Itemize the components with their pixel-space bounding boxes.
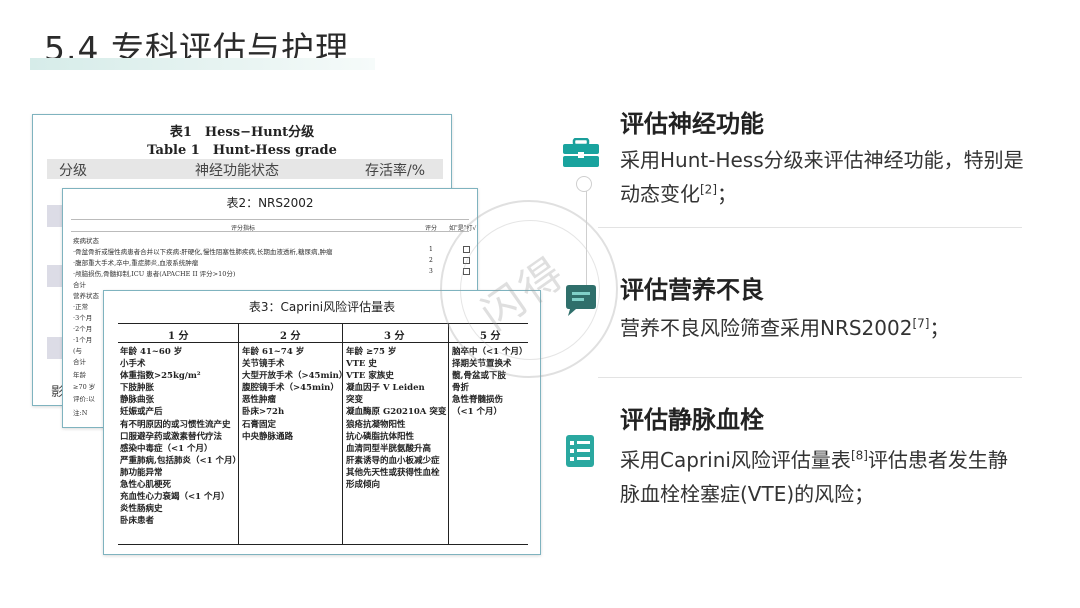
table2-side-text: 评价:以 <box>73 395 95 403</box>
section-text-nutrition-body: 营养不良风险筛查采用NRS2002 <box>620 316 913 340</box>
section-divider <box>598 377 1022 378</box>
table3-cell: 严重肺病,包括肺炎（<1 个月） <box>120 455 241 466</box>
table3-cell: 卧床>72h <box>242 407 285 418</box>
table2-side-text: 注:N <box>73 409 88 417</box>
table3-header-2: 2 分 <box>280 331 301 342</box>
table2-row: ·2个月 <box>73 325 93 333</box>
table3-cell: 年龄 61~74 岁 <box>242 347 305 357</box>
table2-side-text: 年龄 <box>73 371 86 379</box>
table2-score: 1 <box>429 246 433 253</box>
title-underline <box>30 58 375 70</box>
list-icon <box>566 435 594 467</box>
table3-cell: VTE 史 <box>346 359 377 370</box>
table2-row: ·腹部重大手术,卒中,重症肺炎,血液系统肿瘤 <box>73 259 199 267</box>
table3-column-1: 年龄 41~60 岁小手术 体重指数>25kg/m² 下肢肿胀 静脉曲张 妊娠或产后 有不… <box>120 346 241 527</box>
table3-cell: 腹腔镜手术（>45min） <box>242 383 339 394</box>
table3-cell: 凝血因子 V Leiden <box>346 383 425 394</box>
section-text-nutrition-tail: ； <box>929 316 950 340</box>
table3-cell: 中央静脉通路 <box>242 431 294 442</box>
table3-cell: 体重指数>25kg/m² <box>120 371 201 382</box>
table2-row: ·3个月 <box>73 314 93 322</box>
table3-cell: 充血性心力衰竭（<1 个月） <box>120 492 230 503</box>
section-text-neuro-body: 采用Hunt-Hess分级来评估神经功能，特别是动态变化 <box>620 148 1024 206</box>
table3-cell: 突变 <box>346 395 364 406</box>
section-text-vte: 采用Caprini风险评估量表[8]评估患者发生静脉血栓栓塞症(VTE)的风险； <box>620 443 1025 511</box>
table3-column-2: 年龄 61~74 岁关节镜手术 大型开放手术（>45min） 腹腔镜手术（>45mi… <box>242 346 347 443</box>
table3-cell: 小手术 <box>120 359 146 370</box>
reference-mark: [8] <box>850 448 868 463</box>
table3-cell: 形成倾向 <box>346 480 381 491</box>
table3-cell: 肝素诱导的血小板减少症 <box>346 455 440 466</box>
section-title-neuro: 评估神经功能 <box>620 110 764 138</box>
table1-header-survival: 存活率/% <box>365 163 426 179</box>
table3-cell: 凝血酶原 G20210A 突变 <box>346 407 447 418</box>
table1-subtitle: Table 1 Hunt-Hess grade <box>147 143 337 158</box>
table2-row: 疾病状态 <box>73 237 99 245</box>
table3-cell: 静脉曲张 <box>120 395 155 406</box>
table3-cell: 血清同型半胱氨酸升高 <box>346 443 432 454</box>
table3-cell: 急性脊髓损伤 <box>452 395 504 406</box>
table2-row: ·1个月 <box>73 336 93 344</box>
section-divider <box>598 227 1022 228</box>
table3-cell: 卧床患者 <box>120 516 155 527</box>
reference-mark: [2] <box>700 182 717 197</box>
table3-cell: 妊娠或产后 <box>120 407 163 418</box>
section-text-neuro: 采用Hunt-Hess分级来评估神经功能，特别是动态变化[2]； <box>620 143 1025 211</box>
table2-row: 营养状态 <box>73 292 99 300</box>
table2-score: 2 <box>429 257 433 264</box>
section-text-neuro-tail: ； <box>717 182 737 206</box>
table3-cell: 急性心肌梗死 <box>120 480 172 491</box>
briefcase-icon <box>563 138 599 167</box>
table3-cell: 狼疮抗凝物阳性 <box>346 419 406 430</box>
table3-cell: 口服避孕药或激素替代疗法 <box>120 431 223 442</box>
table2-row: ·颅脑损伤,骨髓抑制,ICU 患者(APACHE II 评分>10分) <box>73 270 236 278</box>
table3-cell: 年龄 ≥75 岁 <box>346 347 397 357</box>
table3-cell: 大型开放手术（>45min） <box>242 371 348 382</box>
table2-side-text: ≥70 岁 <box>73 383 96 391</box>
table3-cell: 有不明原因的或习惯性流产史 <box>120 419 231 430</box>
table2-rule <box>71 219 469 220</box>
table3-column-3: 年龄 ≥75 岁 VTE 史 VTE 家族史 凝血因子 V Leiden 突变 凝血酶原 … <box>346 346 446 491</box>
table2-title: 表2：NRS2002 <box>226 196 314 210</box>
table3-cell: 年龄 41~60 岁 <box>120 347 183 357</box>
table3-cell: 抗心磷脂抗体阳性 <box>346 431 415 442</box>
table3-cell: 骨折 <box>452 383 470 394</box>
table2-row: ·正常 <box>73 303 89 311</box>
table3-cell: （<1 个月） <box>452 407 502 418</box>
table2-row: ·骨盆骨折或慢性病患者合并以下疾病:肝硬化,慢性阻塞性肺疾病,长期血液透析,糖尿… <box>73 248 333 256</box>
table3-cell: 下肢肿胀 <box>120 383 155 394</box>
table3-cell: 其他先天性或获得性血栓 <box>346 467 440 478</box>
table3-cell: 炎性肠病史 <box>120 504 163 515</box>
table2-row: (与 <box>73 347 83 355</box>
section-text-nutrition: 营养不良风险筛查采用NRS2002[7]； <box>620 311 1025 345</box>
table2-rule <box>71 231 469 232</box>
section-text-vte-body: 采用Caprini风险评估量表 <box>620 448 851 472</box>
reference-mark: [7] <box>912 316 930 331</box>
table1-header-status: 神经功能状态 <box>195 163 279 179</box>
caprini-table: 1 分 2 分 3 分 5 分 年龄 41~60 岁小手术 体重指数>25kg/m… <box>118 323 528 545</box>
table2-row: 合计 <box>73 281 86 289</box>
table2-row: 合计 <box>73 358 86 366</box>
table3-cell: 关节镜手术 <box>242 359 285 370</box>
table2-score: 3 <box>429 268 433 275</box>
table3-divider <box>448 324 449 544</box>
table3-cell: VTE 家族史 <box>346 371 394 382</box>
table1-title: 表1 Hess−Hunt分级 <box>169 125 315 140</box>
table3-header-1: 1 分 <box>168 331 189 342</box>
table3-cell: 恶性肿瘤 <box>242 395 277 406</box>
table1-header: 分级 神经功能状态 存活率/% <box>47 159 443 179</box>
table3-cell: 肺功能异常 <box>120 467 163 478</box>
section-title-nutrition: 评估营养不良 <box>620 276 764 304</box>
section-title-vte: 评估静脉血栓 <box>620 406 764 434</box>
timeline-ring <box>576 176 592 192</box>
table3-cell: 石膏固定 <box>242 419 277 430</box>
table3-header-3: 3 分 <box>384 331 405 342</box>
chat-icon <box>566 285 596 316</box>
table1-header-grade: 分级 <box>59 163 87 179</box>
table3-cell: 感染中毒症（<1 个月） <box>120 443 213 454</box>
